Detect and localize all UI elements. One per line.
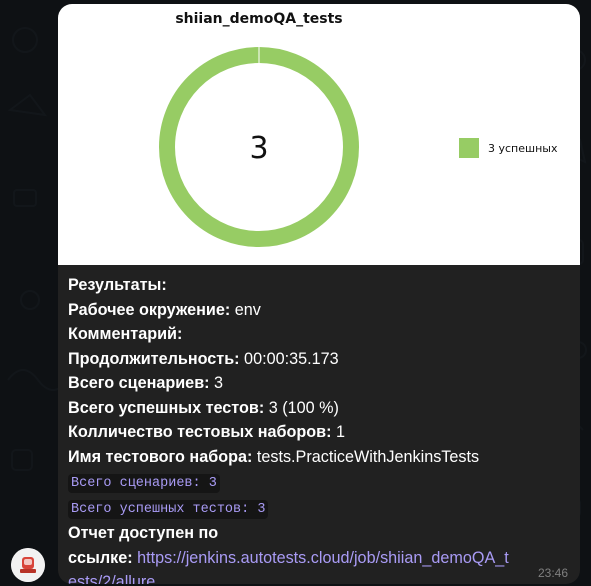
result-value: 3 (209, 374, 224, 392)
code-line[interactable]: Всего успешных тестов: 3 (68, 500, 269, 519)
report-link-continued[interactable]: ests/2/allure (68, 573, 155, 584)
code-line-row: Всего сценариев: 3 (68, 469, 574, 495)
report-line-2: ests/2/allure (68, 570, 574, 584)
code-line[interactable]: Всего сценариев: 3 (68, 474, 220, 493)
legend-swatch (459, 138, 479, 158)
center-total-label: 3 (249, 131, 268, 166)
code-line-row: Всего успешных тестов: 3 (68, 495, 574, 521)
legend-label: 3 успешных (488, 142, 558, 155)
message-time: 23:46 (537, 566, 568, 580)
report-label: Отчет доступен по (68, 524, 219, 542)
result-lines: Рабочее окружение: env Комментарий: Продол… (68, 298, 574, 470)
result-line: Всего сценариев: 3 (68, 371, 574, 396)
result-line: Колличество тестовых наборов: 1 (68, 420, 574, 445)
result-line: Имя тестового набора: tests.PracticeWith… (68, 445, 574, 470)
report-label-2: ссылке: (68, 548, 133, 567)
report-line: ссылке: https://jenkins.autotests.cloud/… (68, 546, 574, 571)
result-line: Всего успешных тестов: 3 (100 %) (68, 396, 574, 421)
result-label: Всего сценариев: (68, 374, 210, 392)
donut-chart: shiian_demoQA_tests 3 3 успешных (159, 11, 558, 247)
result-label: Рабочее окружение: (68, 300, 231, 319)
results-heading: Результаты: (68, 276, 167, 294)
result-value: env (230, 300, 261, 319)
result-value: 00:00:35.173 (239, 349, 339, 368)
result-label: Колличество тестовых наборов: (68, 423, 332, 441)
result-label: Имя тестового набора: (68, 447, 253, 466)
result-line: Продолжительность: 00:00:35.173 (68, 347, 574, 372)
result-line: Комментарий: (68, 322, 574, 347)
avatar-graphic (11, 548, 45, 582)
result-value: 3 (100 %) (264, 398, 339, 417)
result-value: tests.PracticeWithJenkinsTests (252, 447, 480, 466)
report-link[interactable]: https://jenkins.autotests.cloud/job/shii… (137, 549, 509, 567)
chart-title: shiian_demoQA_tests (175, 11, 342, 27)
message-text: Результаты: Рабочее окружение: env Коммен… (68, 273, 574, 584)
code-lines: Всего сценариев: 3 Всего успешных тестов:… (68, 469, 574, 521)
result-value: 1 (331, 423, 346, 441)
message-bubble: shiian_demoQA_tests 3 3 успешных Результат… (58, 4, 580, 584)
result-label: Комментарий: (68, 325, 183, 343)
jenkins-avatar-icon[interactable] (11, 548, 45, 582)
result-label: Всего успешных тестов: (68, 398, 265, 417)
result-label: Продолжительность: (68, 349, 240, 368)
chart-image[interactable]: shiian_demoQA_tests 3 3 успешных (58, 4, 580, 265)
result-line: Рабочее окружение: env (68, 298, 574, 323)
